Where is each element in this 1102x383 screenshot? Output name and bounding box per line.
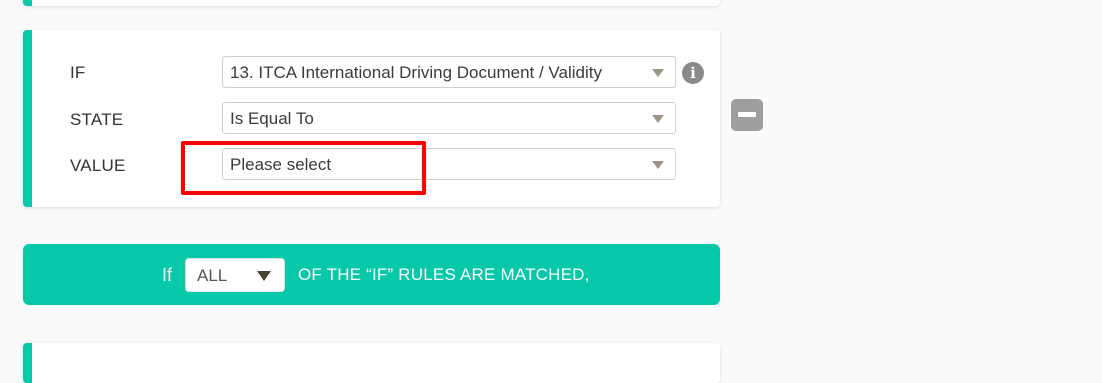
chevron-down-icon	[652, 115, 664, 123]
chevron-down-icon	[652, 161, 664, 169]
match-prefix: If	[162, 265, 173, 285]
state-value: Is Equal To	[230, 109, 314, 128]
previous-condition-card	[23, 0, 720, 6]
remove-condition-button[interactable]	[731, 99, 763, 131]
match-rule-bar: If ALL OF THE “IF” RULES ARE MATCHED,	[23, 244, 720, 305]
chevron-down-icon	[652, 69, 664, 77]
minus-icon	[738, 112, 756, 117]
info-icon[interactable]: i	[682, 62, 704, 84]
action-card	[23, 343, 720, 383]
state-select[interactable]: Is Equal To	[222, 102, 676, 134]
highlight-annotation	[181, 141, 426, 195]
match-suffix: OF THE “IF” RULES ARE MATCHED,	[298, 265, 590, 284]
match-mode-select[interactable]: ALL	[185, 258, 285, 292]
if-field-value: 13. ITCA International Driving Document …	[230, 63, 602, 82]
state-label: STATE	[70, 110, 124, 129]
value-label: VALUE	[70, 156, 126, 175]
caret-down-icon	[257, 271, 271, 281]
if-field-select[interactable]: 13. ITCA International Driving Document …	[222, 56, 676, 88]
if-label: IF	[70, 63, 86, 82]
match-mode-value: ALL	[197, 266, 228, 285]
